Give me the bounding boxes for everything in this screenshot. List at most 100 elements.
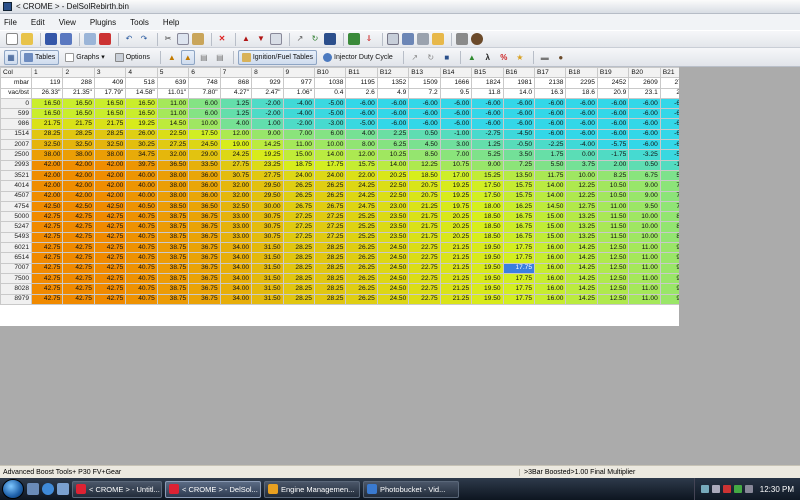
cell[interactable]: 11.00	[628, 252, 661, 264]
cell[interactable]: -4.00	[565, 139, 598, 151]
cell[interactable]: -6.00	[565, 97, 598, 110]
cell[interactable]: 38.50	[156, 200, 190, 213]
cell[interactable]: 40.75	[125, 272, 158, 285]
cell[interactable]: 42.75	[93, 293, 127, 305]
cell[interactable]: 42.75	[62, 272, 95, 285]
cell[interactable]: 26.25	[345, 272, 378, 285]
cell[interactable]: 28.25	[313, 293, 347, 305]
delete-icon[interactable]: ✕	[216, 33, 228, 45]
cell[interactable]: 28.25	[282, 283, 315, 295]
cell[interactable]: 23.25	[251, 159, 284, 171]
cell[interactable]: 21.25	[408, 200, 441, 213]
cell[interactable]: 29.50	[251, 190, 284, 202]
cell[interactable]: 33.00	[219, 211, 253, 223]
cell[interactable]: 30.75	[251, 211, 284, 223]
cell[interactable]: 10.50	[596, 180, 630, 192]
cell[interactable]: 38.75	[156, 272, 190, 285]
cell[interactable]: 30.75	[251, 221, 284, 233]
chip-icon[interactable]	[348, 33, 360, 45]
cell[interactable]: 14.00	[313, 149, 347, 161]
cell[interactable]: 4.00	[345, 128, 378, 141]
cell[interactable]: -4.00	[282, 97, 315, 110]
ignition-fuel-tables-button[interactable]: Ignition/Fuel Tables	[237, 49, 318, 65]
paste-icon[interactable]	[192, 33, 204, 45]
cell[interactable]: 18.75	[282, 159, 315, 171]
cell[interactable]: 9.00	[628, 190, 661, 202]
cell[interactable]: 21.25	[439, 272, 473, 285]
cell[interactable]: 40.00	[125, 180, 158, 192]
cell[interactable]: 19.00	[219, 139, 253, 151]
cell[interactable]: -6.00	[502, 108, 536, 120]
cell[interactable]: 19.75	[439, 200, 473, 213]
cell[interactable]: 24.00	[313, 169, 347, 182]
cell[interactable]: 24.25	[345, 180, 378, 192]
cell[interactable]: -6.00	[439, 118, 473, 130]
cell[interactable]: 42.75	[93, 211, 127, 223]
cell[interactable]: 24.50	[376, 252, 410, 264]
cell[interactable]: 22.75	[408, 272, 441, 285]
cell[interactable]: 19.50	[471, 293, 504, 305]
cell[interactable]: 12.50	[596, 252, 630, 264]
cell[interactable]: 36.50	[188, 200, 221, 213]
cell[interactable]: 36.50	[156, 159, 190, 171]
menu-view[interactable]: View	[59, 18, 76, 27]
cell[interactable]: 13.25	[565, 211, 598, 223]
cell[interactable]: 38.00	[93, 149, 127, 161]
cell[interactable]: 42.00	[30, 180, 64, 192]
cell[interactable]: 16.50	[62, 108, 95, 120]
cell[interactable]: 22.75	[408, 283, 441, 295]
cell[interactable]: 17.75	[502, 283, 536, 295]
cell[interactable]: 38.00	[30, 149, 64, 161]
cell[interactable]: -6.00	[628, 139, 661, 151]
cell[interactable]: 42.00	[30, 169, 64, 182]
cell[interactable]: 42.75	[93, 272, 127, 285]
cell[interactable]: 19.50	[471, 283, 504, 295]
cell[interactable]: 20.25	[439, 211, 473, 223]
open-folder-icon[interactable]	[21, 33, 33, 45]
wizard-icon[interactable]: ★	[513, 50, 527, 65]
cell[interactable]: 34.00	[219, 283, 253, 295]
cell[interactable]: 27.25	[313, 231, 347, 244]
cell[interactable]: 24.50	[376, 283, 410, 295]
cell[interactable]: 15.00	[533, 221, 567, 233]
cell[interactable]: 42.50	[30, 200, 64, 213]
cell[interactable]: 29.00	[188, 149, 221, 161]
cell[interactable]: 8.00	[345, 139, 378, 151]
cell[interactable]: -6.00	[408, 108, 441, 120]
cell[interactable]: 18.50	[471, 211, 504, 223]
cell[interactable]: 18.00	[471, 200, 504, 213]
cell[interactable]: 26.00	[125, 128, 158, 141]
cell[interactable]: -6.00	[502, 97, 536, 110]
cell[interactable]: 14.00	[533, 180, 567, 192]
cell[interactable]: 17.75	[313, 159, 347, 171]
cell[interactable]: 15.75	[502, 190, 536, 202]
cell[interactable]: 15.75	[502, 180, 536, 192]
cell[interactable]: 33.50	[188, 159, 221, 171]
cell[interactable]: 38.00	[156, 169, 190, 182]
refresh-table-icon[interactable]: ↻	[424, 50, 438, 65]
taskbar-item[interactable]: Engine Managemen...	[264, 480, 360, 498]
cell[interactable]: 27.25	[282, 231, 315, 244]
cell[interactable]: 14.25	[251, 139, 284, 151]
erase-icon[interactable]: ▬	[538, 50, 552, 65]
cell[interactable]: -6.00	[471, 108, 504, 120]
cell[interactable]: 38.75	[156, 293, 190, 305]
cell[interactable]: 20.25	[439, 231, 473, 244]
cell[interactable]: 42.00	[62, 159, 95, 171]
datalog-icon[interactable]	[387, 33, 399, 45]
cell[interactable]: 38.00	[156, 190, 190, 202]
cell[interactable]: -6.00	[628, 97, 661, 110]
cell[interactable]: 42.75	[62, 283, 95, 295]
cell[interactable]: 14.50	[533, 200, 567, 213]
cell[interactable]: 36.75	[188, 283, 221, 295]
cell[interactable]: 16.50	[62, 97, 95, 110]
cell[interactable]: 8.50	[408, 149, 441, 161]
cell[interactable]: 1.25	[219, 97, 253, 110]
cell[interactable]: 13.25	[565, 231, 598, 244]
cell[interactable]: 26.25	[282, 180, 315, 192]
cell[interactable]: 16.00	[533, 283, 567, 295]
cell[interactable]: 19.25	[439, 190, 473, 202]
line-graph-icon[interactable]: ↗	[408, 50, 422, 65]
cell[interactable]: 16.50	[30, 97, 64, 110]
cell[interactable]: 10.50	[596, 190, 630, 202]
